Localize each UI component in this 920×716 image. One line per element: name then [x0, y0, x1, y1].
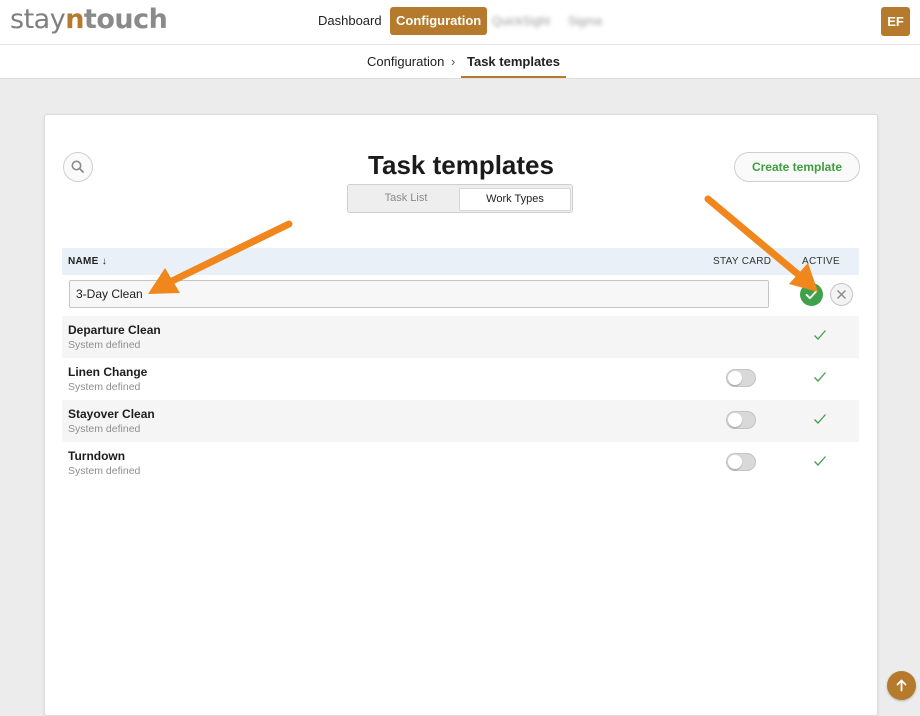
active-check-icon: [814, 414, 826, 424]
new-template-edit-row: [62, 280, 859, 312]
stay-card-toggle[interactable]: [726, 411, 756, 429]
active-check-icon: [814, 372, 826, 382]
breadcrumb-configuration[interactable]: Configuration: [367, 45, 444, 78]
nav-configuration[interactable]: Configuration: [390, 7, 488, 35]
column-header-stay-card: STAY CARD: [713, 256, 772, 267]
confirm-button[interactable]: [800, 283, 823, 306]
checkmark-icon: [805, 290, 818, 300]
tab-task-list[interactable]: Task List: [351, 188, 461, 209]
row-name: Turndown: [68, 449, 126, 463]
stay-card-toggle[interactable]: [726, 369, 756, 387]
task-templates-card: Task templates Create template Task List…: [44, 114, 878, 716]
toggle-knob: [728, 413, 742, 427]
create-template-button[interactable]: Create template: [734, 152, 860, 182]
template-name-input[interactable]: [69, 280, 769, 308]
logo-text-accent: n: [65, 4, 84, 35]
column-header-name[interactable]: NAME ↓: [68, 248, 107, 275]
table-header: NAME ↓ STAY CARD ACTIVE: [62, 248, 859, 275]
view-switcher: Task List Work Types: [347, 184, 573, 213]
row-subtitle: System defined: [68, 381, 141, 393]
user-avatar[interactable]: EF: [881, 7, 910, 36]
nav-sigma[interactable]: Sigma: [562, 7, 608, 35]
toggle-knob: [728, 455, 742, 469]
stay-card-toggle[interactable]: [726, 453, 756, 471]
active-check-icon: [814, 330, 826, 340]
nav-quicksight[interactable]: QuickSight: [486, 7, 556, 35]
tab-work-types[interactable]: Work Types: [459, 188, 571, 211]
logo-text-post: touch: [83, 4, 168, 35]
row-subtitle: System defined: [68, 423, 141, 435]
breadcrumb-separator: ›: [451, 54, 456, 69]
table-row[interactable]: Departure Clean System defined: [62, 316, 859, 358]
row-name: Stayover Clean: [68, 407, 155, 421]
table-row[interactable]: Stayover Clean System defined: [62, 400, 859, 442]
row-subtitle: System defined: [68, 465, 141, 477]
top-navbar: stayntouch Dashboard Configuration Quick…: [0, 0, 920, 45]
stayntouch-logo[interactable]: stayntouch: [10, 4, 168, 35]
arrow-up-icon: [896, 679, 907, 692]
table-row[interactable]: Linen Change System defined: [62, 358, 859, 400]
toggle-knob: [728, 371, 742, 385]
active-check-icon: [814, 456, 826, 466]
close-icon: [837, 290, 846, 299]
logo-text-pre: stay: [10, 4, 66, 35]
nav-dashboard[interactable]: Dashboard: [312, 7, 388, 35]
column-header-active: ACTIVE: [802, 256, 840, 267]
row-name: Departure Clean: [68, 323, 161, 337]
breadcrumb: Configuration › Task templates: [0, 45, 920, 79]
scroll-to-top-button[interactable]: [887, 671, 916, 700]
row-subtitle: System defined: [68, 339, 141, 351]
table-row[interactable]: Turndown System defined: [62, 442, 859, 484]
cancel-button[interactable]: [830, 283, 853, 306]
breadcrumb-task-templates[interactable]: Task templates: [461, 45, 566, 78]
row-name: Linen Change: [68, 365, 148, 379]
